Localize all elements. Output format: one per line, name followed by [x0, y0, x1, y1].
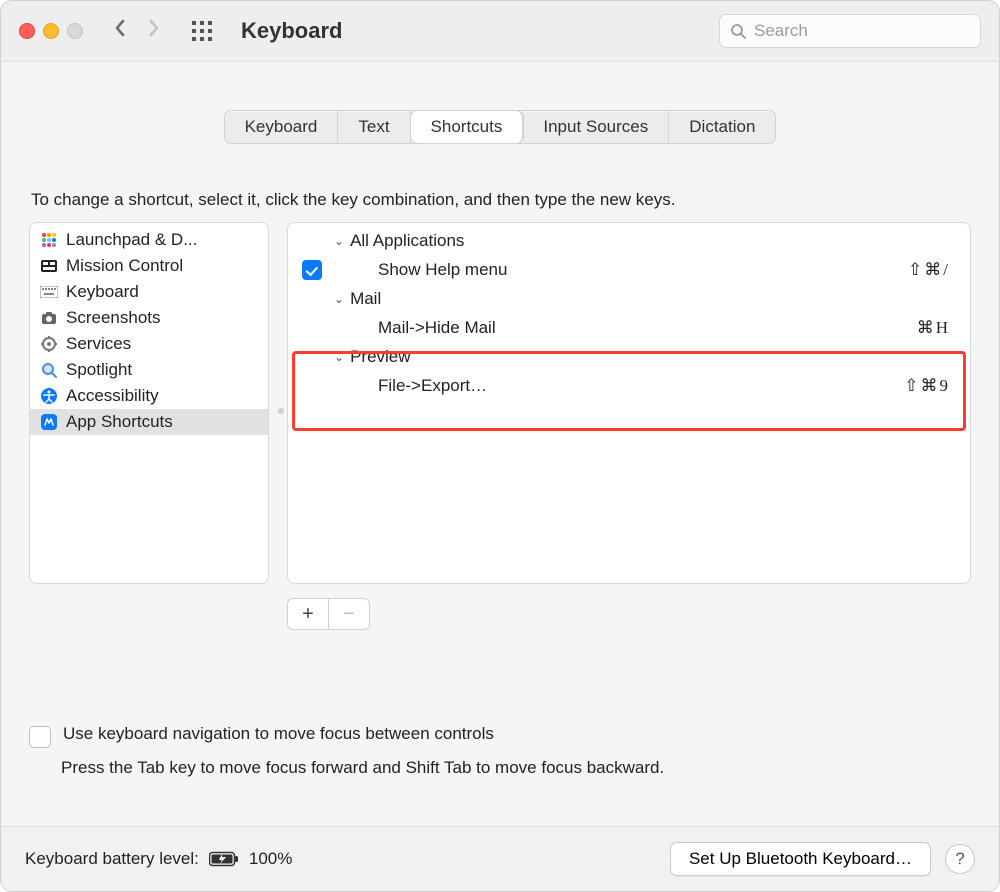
cat-app-shortcuts[interactable]: App Shortcuts [30, 409, 268, 435]
window-controls [19, 23, 83, 39]
setup-bluetooth-keyboard-button[interactable]: Set Up Bluetooth Keyboard… [670, 842, 931, 876]
shortcut-detail[interactable]: ⌄ All Applications Show Help menu ⇧⌘/ ⌄ … [287, 222, 971, 584]
kb-nav-label: Use keyboard navigation to move focus be… [63, 724, 494, 744]
group-all-applications[interactable]: ⌄ All Applications [288, 227, 970, 255]
shortcut-mail-hide-mail[interactable]: Mail->Hide Mail ⌘H [288, 313, 970, 343]
kb-nav-checkbox[interactable] [29, 726, 51, 748]
mission-control-icon [40, 257, 58, 275]
show-all-icon[interactable] [191, 20, 213, 42]
screenshots-icon [40, 309, 58, 327]
close-window[interactable] [19, 23, 35, 39]
cat-screenshots[interactable]: Screenshots [30, 305, 268, 331]
zoom-window [67, 23, 83, 39]
add-shortcut-button[interactable]: + [287, 598, 329, 630]
remove-shortcut-button[interactable]: − [329, 598, 370, 630]
cat-accessibility[interactable]: Accessibility [30, 383, 268, 409]
footer: Keyboard battery level: 100% Set Up Blue… [1, 826, 999, 891]
cat-services[interactable]: Services [30, 331, 268, 357]
cat-launchpad[interactable]: Launchpad & D... [30, 227, 268, 253]
shortcut-preview-file-export[interactable]: File->Export… ⇧⌘9 [288, 371, 970, 401]
instruction-text: To change a shortcut, select it, click t… [31, 190, 971, 210]
launchpad-icon [40, 231, 58, 249]
tab-dictation[interactable]: Dictation [669, 111, 775, 143]
app-shortcuts-icon [40, 413, 58, 431]
accessibility-icon [40, 387, 58, 405]
titlebar: Keyboard Search [1, 1, 999, 62]
keyboard-nav-section: Use keyboard navigation to move focus be… [29, 724, 971, 778]
shortcut-show-help-menu[interactable]: Show Help menu ⇧⌘/ [288, 255, 970, 285]
search-field[interactable]: Search [719, 14, 981, 48]
help-button[interactable]: ? [945, 844, 975, 874]
forward-button [147, 18, 161, 44]
shortcut-panel: Launchpad & D... Mission Control Keyboar… [29, 222, 971, 584]
checkbox[interactable] [302, 260, 322, 280]
tab-shortcuts[interactable]: Shortcuts [411, 111, 524, 143]
tab-input-sources[interactable]: Input Sources [523, 111, 669, 143]
cat-keyboard[interactable]: Keyboard [30, 279, 268, 305]
keyboard-prefs-window: Keyboard Search Keyboard Text Shortcuts … [0, 0, 1000, 892]
tab-bar: Keyboard Text Shortcuts Input Sources Di… [224, 110, 777, 144]
services-icon [40, 335, 58, 353]
group-preview[interactable]: ⌄ Preview [288, 343, 970, 371]
search-icon [730, 23, 746, 39]
body: Keyboard Text Shortcuts Input Sources Di… [1, 62, 999, 778]
group-mail[interactable]: ⌄ Mail [288, 285, 970, 313]
tab-text[interactable]: Text [338, 111, 410, 143]
add-remove-buttons: + − [287, 598, 971, 630]
battery-icon [209, 851, 239, 867]
kb-nav-subtext: Press the Tab key to move focus forward … [61, 758, 971, 778]
cat-mission-control[interactable]: Mission Control [30, 253, 268, 279]
category-list[interactable]: Launchpad & D... Mission Control Keyboar… [29, 222, 269, 584]
minimize-window[interactable] [43, 23, 59, 39]
keystroke[interactable]: ⇧⌘/ [908, 260, 950, 280]
nav-buttons [113, 18, 161, 44]
spotlight-icon [40, 361, 58, 379]
keystroke[interactable]: ⌘H [917, 318, 950, 338]
keyboard-icon [40, 283, 58, 301]
chevron-down-icon: ⌄ [334, 234, 344, 248]
window-title: Keyboard [241, 18, 342, 44]
chevron-down-icon: ⌄ [334, 292, 344, 306]
chevron-down-icon: ⌄ [334, 350, 344, 364]
cat-spotlight[interactable]: Spotlight [30, 357, 268, 383]
resize-handle[interactable] [278, 408, 284, 414]
keystroke[interactable]: ⇧⌘9 [904, 376, 950, 396]
back-button[interactable] [113, 18, 127, 44]
battery-status: Keyboard battery level: 100% [25, 849, 292, 869]
tab-keyboard[interactable]: Keyboard [225, 111, 339, 143]
search-placeholder: Search [754, 21, 808, 41]
